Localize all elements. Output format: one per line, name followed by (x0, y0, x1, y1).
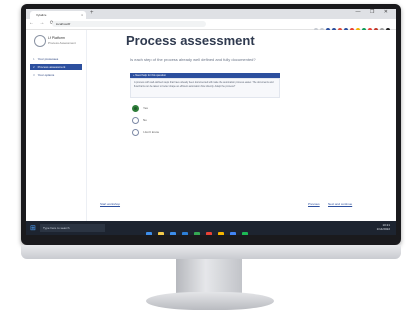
sidebar-item-number: 3 (33, 73, 35, 77)
taskbar-app-icon[interactable] (158, 232, 164, 235)
option-label: I don't know (143, 130, 159, 134)
sidebar-item-label: Process assessment (37, 65, 66, 69)
option-label: Yes (143, 106, 148, 110)
os-taskbar: ⊞ Type here to search 10:21 1/14/2022 (26, 221, 396, 235)
help-text: A process with well-defined steps that h… (130, 78, 280, 98)
next-continue-link[interactable]: Next and continue (328, 202, 352, 206)
browser-tab-bar: Vytalize × + — ❐ ✕ (26, 9, 396, 19)
taskbar-search-input[interactable]: Type here to search (40, 224, 105, 232)
question-text: Is each step of the process already well… (130, 57, 256, 62)
browser-address-bar: ← → ⟳ localhost/lf (26, 19, 396, 32)
system-tray: 10:21 1/14/2022 (377, 223, 390, 231)
page-title: Process assessment (126, 33, 255, 48)
taskbar-app-icon[interactable] (242, 232, 248, 235)
previous-link[interactable]: Previous (308, 202, 320, 206)
sidebar-item-options[interactable]: 3 Your options (30, 72, 82, 78)
window-controls[interactable]: — ❐ ✕ (356, 9, 392, 15)
taskbar-apps (146, 225, 254, 235)
radio-dont-know[interactable] (132, 129, 139, 136)
taskbar-app-icon[interactable] (218, 232, 224, 235)
taskbar-app-icon[interactable] (230, 232, 236, 235)
tray-date: 1/14/2022 (376, 227, 390, 231)
monitor-stand-base (146, 292, 274, 310)
sidebar-item-label: Your processes (37, 57, 59, 61)
sidebar: Lf Platform Process Assessment 1 Your pro… (26, 30, 87, 221)
start-workshop-link[interactable]: Start workshop (100, 202, 120, 206)
brand-logo-icon (34, 35, 46, 47)
scene: Vytalize × + — ❐ ✕ ← → ⟳ localhost/lf Lf… (0, 0, 419, 321)
start-icon[interactable]: ⊞ (30, 224, 36, 232)
radio-yes[interactable] (132, 105, 139, 112)
sidebar-item-assessment[interactable]: 2 Process assessment (30, 64, 82, 70)
taskbar-app-icon[interactable] (206, 232, 212, 235)
app-page: Lf Platform Process Assessment 1 Your pro… (26, 30, 396, 221)
main-content: Process assessment Is each step of the p… (88, 30, 388, 221)
brand-name: Lf Platform (48, 36, 65, 40)
taskbar-app-icon[interactable] (170, 232, 176, 235)
taskbar-app-icon[interactable] (146, 232, 152, 235)
brand-subtitle: Process Assessment (48, 41, 76, 45)
monitor-chin (21, 245, 401, 259)
sidebar-item-label: Your options (37, 73, 55, 77)
sidebar-item-number: 2 (33, 65, 35, 69)
tab-close-icon[interactable]: × (81, 11, 83, 19)
tab-label: Vytalize (36, 13, 47, 17)
url-field[interactable]: localhost/lf (52, 21, 206, 27)
browser-tab[interactable]: Vytalize × (30, 11, 86, 19)
sidebar-item-number: 1 (33, 57, 35, 61)
taskbar-app-icon[interactable] (182, 232, 188, 235)
extension-icons (312, 21, 390, 32)
taskbar-app-icon[interactable] (194, 232, 200, 235)
screen: Vytalize × + — ❐ ✕ ← → ⟳ localhost/lf Lf… (26, 9, 396, 235)
radio-no[interactable] (132, 117, 139, 124)
option-label: No (143, 118, 147, 122)
sidebar-item-processes[interactable]: 1 Your processes (30, 56, 82, 62)
new-tab-icon[interactable]: + (90, 10, 94, 16)
